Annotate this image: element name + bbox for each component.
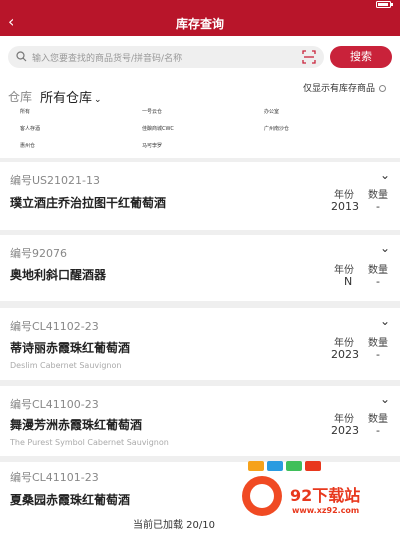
warehouse-option[interactable]: 佳酿商城CWC [142, 125, 174, 132]
warehouse-option[interactable]: 办公室 [264, 108, 279, 115]
item-name: 夏桑园赤霞珠红葡萄酒 [10, 493, 131, 507]
search-icon [16, 51, 27, 62]
item-name: 舞漫芳洲赤霞珠红葡萄酒 [10, 418, 143, 432]
warehouse-selected-value: 所有仓库 [40, 91, 93, 106]
watermark: 92下载站 www.xz92.com [238, 452, 400, 534]
list-item[interactable]: 编号US21021-13 ⌄ 璞立酒庄乔治拉图干红葡萄酒 年份 数量 2013 … [0, 162, 400, 230]
page-title: 库存查询 [175, 17, 224, 31]
warehouse-option[interactable]: 一号云仓 [142, 108, 162, 115]
qty-value: - [376, 424, 380, 437]
chevron-down-icon[interactable]: ⌄ [380, 241, 390, 255]
item-name: 璞立酒庄乔治拉图干红葡萄酒 [10, 196, 167, 210]
warehouse-option[interactable]: 惠州仓 [20, 142, 35, 149]
status-bar [0, 0, 400, 10]
chevron-down-icon: ⌄ [94, 95, 102, 105]
warehouse-select[interactable]: 所有仓库 ⌄ [40, 87, 102, 106]
warehouse-option[interactable]: 客人存酒 [20, 125, 40, 132]
item-code: 编号US21021-13 [10, 174, 100, 187]
search-placeholder: 输入您要查找的商品货号/拼音码/名称 [32, 54, 183, 64]
search-button[interactable]: 搜索 [330, 46, 392, 68]
item-name: 奥地利斜口醒酒器 [10, 268, 107, 282]
chevron-down-icon[interactable]: ⌄ [380, 168, 390, 182]
qty-value: - [376, 200, 380, 213]
watermark-url: www.xz92.com [292, 506, 360, 515]
warehouse-label: 仓库 [8, 90, 33, 104]
chevron-down-icon[interactable]: ⌄ [380, 392, 390, 406]
list-item[interactable]: 编号CL41102-23 ⌄ 蒂诗丽赤霞珠红葡萄酒 Deslim Caberne… [0, 308, 400, 380]
item-english-name: Deslim Cabernet Sauvignon [10, 361, 122, 370]
year-label: 年份 [334, 190, 354, 201]
qty-label: 数量 [368, 265, 388, 276]
item-code: 编号CL41100-23 [10, 398, 99, 411]
year-value: 2023 [331, 348, 359, 361]
item-code: 编号CL41101-23 [10, 471, 99, 484]
item-name: 蒂诗丽赤霞珠红葡萄酒 [10, 341, 131, 355]
list-item[interactable]: 编号CL41100-23 ⌄ 舞漫芳洲赤霞珠红葡萄酒 The Purest Sy… [0, 386, 400, 456]
watermark-logo [242, 476, 282, 516]
chevron-down-icon[interactable]: ⌄ [380, 314, 390, 328]
watermark-brand: 92下载站 [290, 486, 361, 505]
loaded-count: 当前已加载 20/10 [133, 520, 215, 531]
qty-label: 数量 [368, 414, 388, 425]
only-in-stock-label: 仅显示有库存商品 [302, 84, 375, 94]
year-value: 2023 [331, 424, 359, 437]
year-label: 年份 [334, 414, 354, 425]
warehouse-option[interactable]: 所有 [20, 108, 30, 115]
watermark-blocks [248, 456, 368, 471]
scan-icon[interactable] [302, 50, 316, 64]
item-english-name: The Purest Symbol Cabernet Sauvignon [10, 438, 169, 447]
year-label: 年份 [334, 338, 354, 349]
list-item[interactable]: 编号92076 ⌄ 奥地利斜口醒酒器 年份 数量 N - [0, 235, 400, 301]
item-code: 编号CL41102-23 [10, 320, 99, 333]
qty-value: - [376, 348, 380, 361]
year-label: 年份 [334, 265, 354, 276]
qty-label: 数量 [368, 338, 388, 349]
qty-value: - [376, 275, 380, 288]
year-value: N [344, 275, 353, 288]
year-value: 2013 [331, 200, 359, 213]
only-in-stock-toggle[interactable]: 仅显示有库存商品 [303, 81, 386, 94]
qty-label: 数量 [368, 190, 388, 201]
radio-icon [379, 85, 386, 92]
item-code: 编号92076 [10, 247, 67, 260]
status-bar-right [376, 1, 394, 10]
search-input[interactable]: 输入您要查找的商品货号/拼音码/名称 [8, 46, 324, 68]
nav-bar: ‹ 库存查询 [0, 10, 400, 36]
warehouse-option[interactable]: 马可孛罗 [142, 142, 162, 149]
warehouse-filter: 仓库 所有仓库 ⌄ 仅显示有库存商品 所有 一号云仓 办公室 客人存酒 佳酿商城C… [0, 76, 400, 158]
search-row: 输入您要查找的商品货号/拼音码/名称 搜索 [0, 36, 400, 76]
battery-icon [376, 1, 393, 8]
warehouse-option[interactable]: 广州南沙仓 [264, 125, 289, 132]
